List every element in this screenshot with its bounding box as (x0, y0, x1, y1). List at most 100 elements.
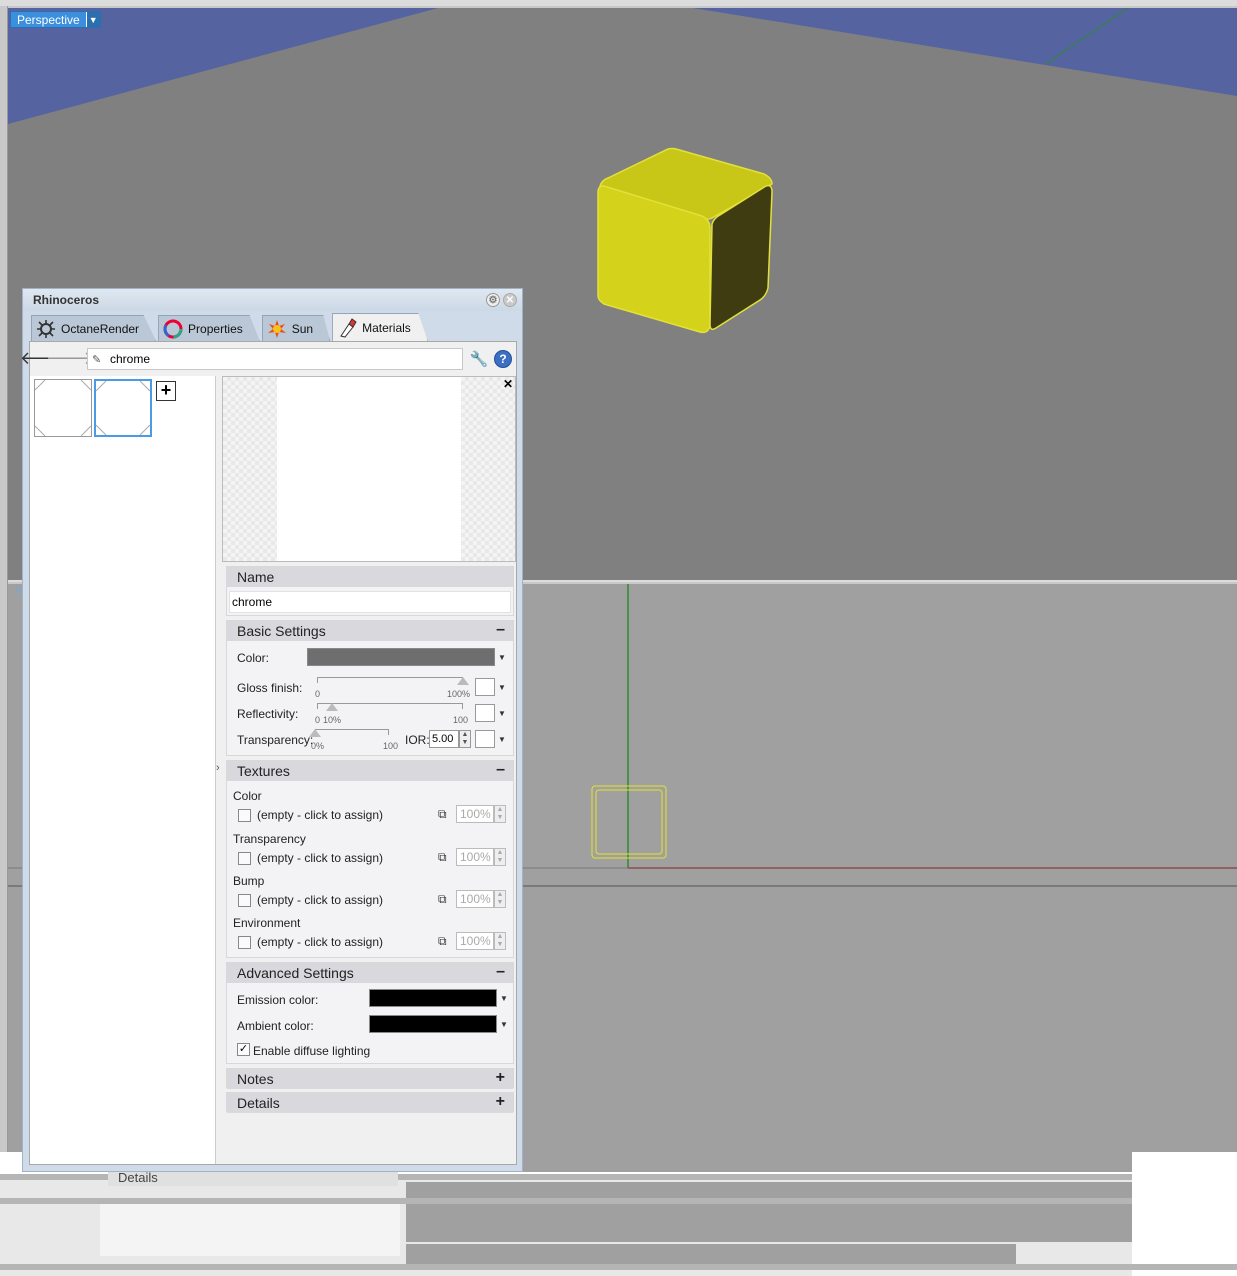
texture-environment-checkbox[interactable] (238, 936, 251, 949)
advanced-settings-header[interactable]: Advanced Settings – (227, 963, 513, 983)
background-white-area (1132, 1152, 1237, 1276)
texture-color-amount[interactable]: 100% (456, 805, 494, 823)
texture-bump-amount[interactable]: 100% (456, 890, 494, 908)
background-bar (0, 1264, 1237, 1270)
help-icon[interactable]: ? (494, 350, 512, 368)
expand-icon[interactable]: + (496, 1069, 505, 1087)
left-toolbar-strip (0, 6, 8, 1152)
material-list[interactable]: + (30, 376, 216, 1164)
color-swatch[interactable] (307, 648, 495, 666)
yellow-cube[interactable] (597, 147, 773, 334)
texture-bump-stepper[interactable]: ▲ ▼ (494, 890, 506, 908)
advanced-settings-section: Advanced Settings – Emission color: ▼ Am… (226, 962, 514, 1064)
ambient-dropdown-icon[interactable]: ▼ (500, 1020, 508, 1029)
texture-bump-amount-value: 100% (460, 892, 491, 906)
expand-icon[interactable]: + (496, 1093, 505, 1111)
sun-icon (267, 319, 287, 339)
panel-tabs: OctaneRender Properties Sun Materials (31, 313, 430, 341)
texture-environment-amount[interactable]: 100% (456, 932, 494, 950)
reflectivity-label: Reflectivity: (237, 707, 299, 721)
advanced-settings-title: Advanced Settings (237, 965, 354, 981)
texture-environment-slot[interactable]: (empty - click to assign) (257, 935, 383, 949)
basic-settings-header[interactable]: Basic Settings – (227, 621, 513, 641)
texture-transparency-checkbox[interactable] (238, 852, 251, 865)
materials-icon (337, 317, 357, 338)
texture-color-stepper[interactable]: ▲ ▼ (494, 805, 506, 823)
ior-input[interactable]: 5.00 (429, 730, 459, 748)
collapse-icon[interactable]: – (496, 761, 505, 779)
material-thumbnail-selected[interactable] (94, 379, 152, 437)
tab-octanerender-label: OctaneRender (61, 321, 140, 336)
texture-transparency-edit-icon[interactable]: ⧉ (438, 850, 447, 865)
texture-environment-stepper[interactable]: ▲ ▼ (494, 932, 506, 950)
texture-bump-checkbox[interactable] (238, 894, 251, 907)
preview-close-icon[interactable]: ✕ (503, 377, 513, 391)
collapse-icon[interactable]: – (496, 621, 505, 639)
ior-value: 5.00 (432, 733, 454, 745)
wrench-icon[interactable]: 🔧 (468, 348, 490, 370)
gloss-slider-knob[interactable] (457, 677, 469, 685)
name-section-header: Name (227, 567, 513, 587)
transparency-label: Transparency: (237, 733, 314, 747)
viewport-title[interactable]: Perspective ▼ (10, 11, 101, 28)
panel-settings-gear-icon[interactable]: ⚙ (486, 293, 500, 307)
texture-transparency-amount[interactable]: 100% (456, 848, 494, 866)
panel-close-icon[interactable]: ✕ (503, 293, 517, 307)
reflectivity-texture-swatch[interactable] (475, 704, 495, 722)
add-material-button[interactable]: + (156, 381, 176, 401)
transparency-texture-swatch[interactable] (475, 730, 495, 748)
color-dropdown-icon[interactable]: ▼ (498, 653, 506, 662)
name-input-value: chrome (232, 595, 273, 609)
texture-bump-label: Bump (233, 874, 265, 888)
tab-sun[interactable]: Sun (261, 315, 331, 341)
reflectivity-slider-knob[interactable] (325, 703, 338, 711)
ambient-color-swatch[interactable] (369, 1015, 497, 1033)
texture-color-slot[interactable]: (empty - click to assign) (257, 808, 383, 822)
texture-color-edit-icon[interactable]: ⧉ (438, 807, 447, 822)
gloss-finish-slider[interactable] (317, 677, 469, 691)
cube-wireframe[interactable] (591, 785, 667, 859)
gloss-dropdown-icon[interactable]: ▼ (498, 683, 506, 692)
tab-sun-label: Sun (291, 321, 314, 336)
texture-bump-slot[interactable]: (empty - click to assign) (257, 893, 383, 907)
gloss-texture-swatch[interactable] (475, 678, 495, 696)
texture-bump-edit-icon[interactable]: ⧉ (438, 892, 447, 907)
texture-transparency-amount-value: 100% (460, 850, 491, 864)
texture-transparency-stepper[interactable]: ▲ ▼ (494, 848, 506, 866)
transparency-slider-knob[interactable] (309, 729, 321, 737)
material-breadcrumb[interactable]: ✎ chrome (87, 348, 463, 370)
texture-color-amount-value: 100% (460, 807, 491, 821)
octane-icon (36, 319, 56, 339)
material-thumbnail[interactable] (34, 379, 92, 437)
enable-diffuse-lighting-checkbox[interactable]: ✓ (237, 1043, 250, 1056)
texture-environment-edit-icon[interactable]: ⧉ (438, 934, 447, 949)
transparency-dropdown-icon[interactable]: ▼ (498, 735, 506, 744)
texture-color-checkbox[interactable] (238, 809, 251, 822)
reflectivity-tick-max: 100 (453, 715, 469, 725)
tab-octanerender[interactable]: OctaneRender (31, 315, 157, 341)
ior-stepper[interactable]: ▲ ▼ (459, 730, 471, 748)
rhinoceros-panel[interactable]: Rhinoceros ⚙ ✕ OctaneRender Properties S… (20, 288, 523, 1172)
tab-materials[interactable]: Materials (332, 313, 428, 341)
collapse-icon[interactable]: – (496, 963, 505, 981)
transparency-slider[interactable] (309, 729, 389, 743)
texture-transparency-slot[interactable]: (empty - click to assign) (257, 851, 383, 865)
reflectivity-dropdown-icon[interactable]: ▼ (498, 709, 506, 718)
details-header[interactable]: Details + (227, 1093, 513, 1113)
tab-properties-label: Properties (188, 321, 243, 336)
notes-header[interactable]: Notes + (227, 1069, 513, 1089)
viewport-menu-arrow-icon[interactable]: ▼ (85, 12, 100, 27)
panel-titlebar[interactable]: Rhinoceros ⚙ ✕ (23, 289, 522, 311)
name-section-title: Name (237, 569, 275, 585)
emission-dropdown-icon[interactable]: ▼ (500, 994, 508, 1003)
splitter-handle-icon[interactable]: › (216, 762, 220, 774)
details-section: Details + (226, 1092, 514, 1113)
textures-header[interactable]: Textures – (227, 761, 513, 781)
forward-arrow-icon[interactable]: 🡒 (46, 348, 94, 368)
background-white-area (100, 1204, 400, 1256)
emission-color-swatch[interactable] (369, 989, 497, 1007)
name-input[interactable]: chrome (229, 591, 511, 613)
tab-properties[interactable]: Properties (158, 315, 260, 341)
viewport-title-label: Perspective (17, 12, 80, 27)
materials-content: 🡐 🡒 ✎ chrome 🔧 ? + › ✕ Name chrome Basic… (20, 341, 517, 1165)
